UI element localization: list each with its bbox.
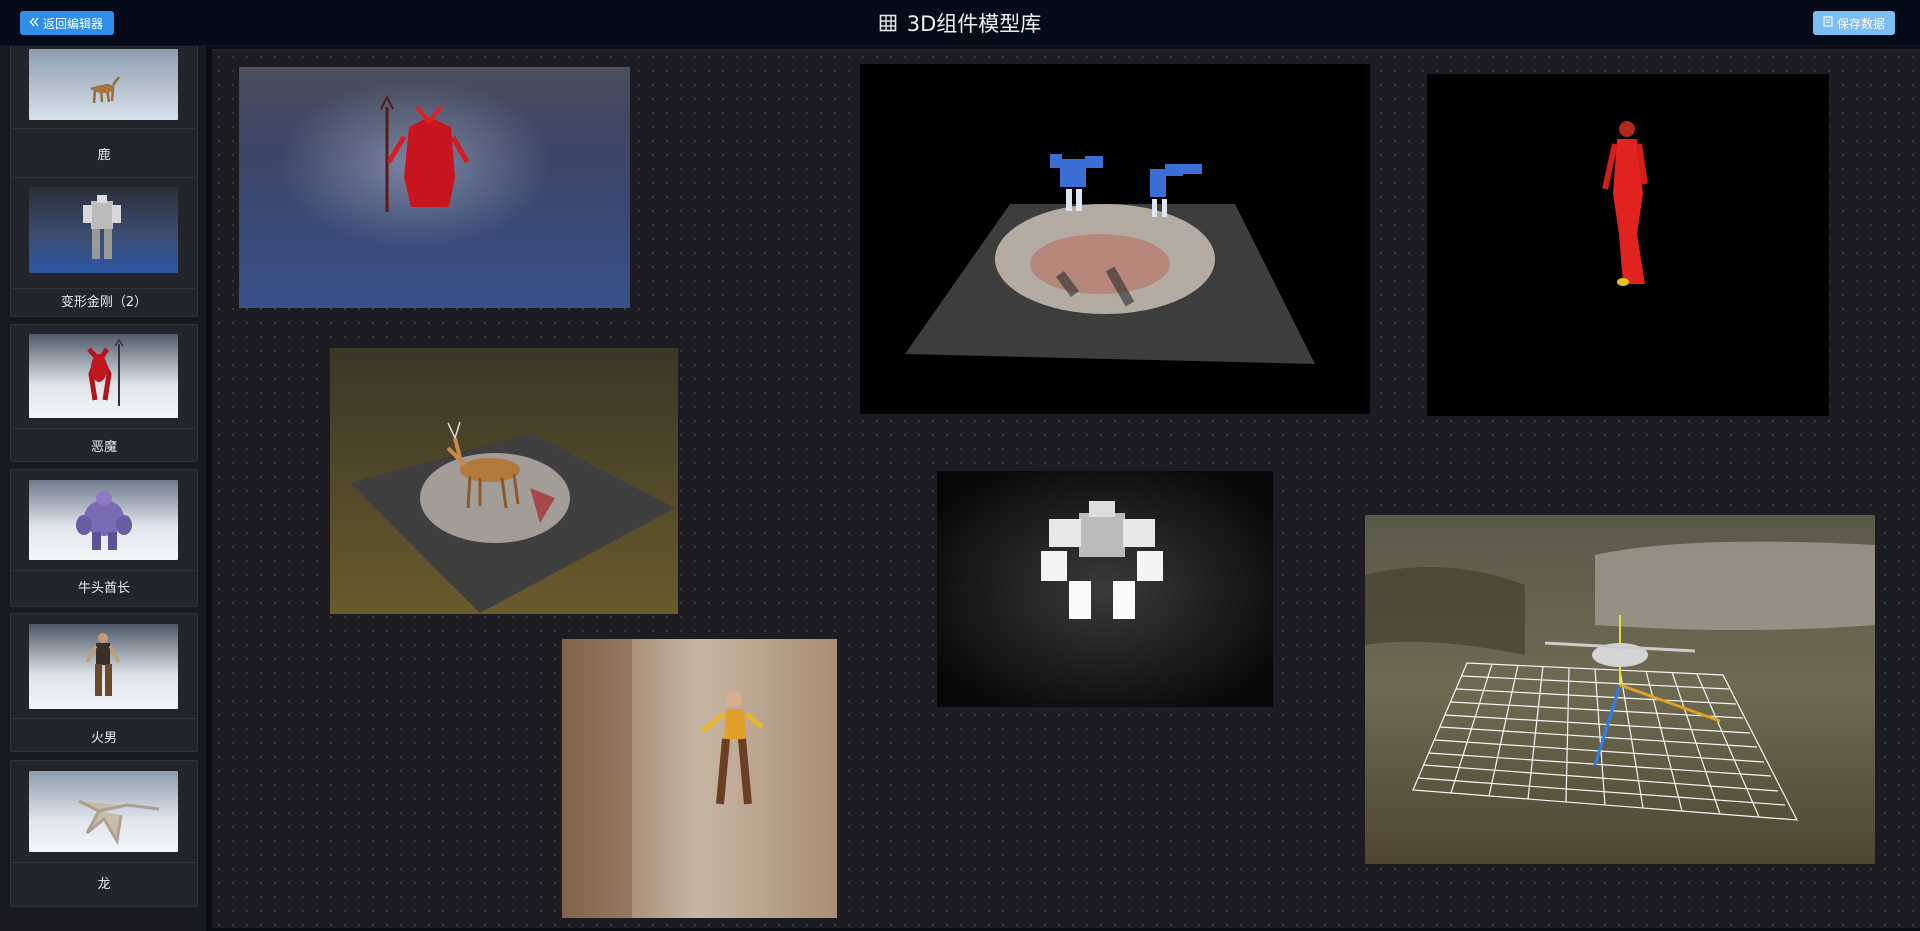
page-title-text: 3D组件模型库 — [906, 12, 1042, 36]
fire-man-scene[interactable] — [562, 639, 837, 918]
fire-man-thumbnail — [29, 624, 178, 709]
tauren-chief-thumbnail — [29, 480, 178, 560]
model-card-label: 龙 — [97, 877, 111, 892]
save-button-label: 保存数据 — [1836, 16, 1885, 31]
helicopter-grid-scene[interactable] — [1365, 515, 1875, 864]
model-canvas — [212, 49, 1920, 928]
transformers-scene[interactable] — [860, 64, 1370, 414]
grid-table-icon — [879, 14, 897, 32]
model-card-label: 鹿 — [97, 148, 111, 163]
model-card-label: 火男 — [90, 731, 117, 746]
save-data-button[interactable]: 保存数据 — [1812, 11, 1895, 35]
model-card-fire-man[interactable]: 火男 — [10, 613, 198, 752]
model-card-label: 变形金刚（2） — [60, 295, 148, 310]
model-card-tauren-chief[interactable]: 牛头酋长 — [10, 469, 198, 607]
model-list-sidebar: 鹿 变形金刚（2） 恶魔 牛头酋长 火男 龙 — [0, 46, 206, 931]
model-card-transformer[interactable]: 变形金刚（2） — [10, 177, 198, 317]
model-card-dragon[interactable]: 龙 — [10, 760, 198, 907]
model-card-label: 牛头酋长 — [77, 581, 130, 596]
robot-mech-scene[interactable] — [937, 471, 1273, 707]
page-title: 3D组件模型库 — [0, 8, 1920, 38]
save-file-icon — [1823, 16, 1833, 30]
top-bar: 返回编辑器 3D组件模型库 保存数据 — [0, 0, 1920, 46]
transformer-thumbnail — [29, 187, 178, 273]
deer-thumbnail — [29, 49, 178, 120]
dragon-thumbnail — [29, 771, 178, 852]
model-card-label: 恶魔 — [90, 440, 117, 455]
deer-model-scene[interactable] — [330, 348, 678, 614]
demon-thumbnail — [29, 334, 178, 418]
model-card-demon[interactable]: 恶魔 — [10, 324, 198, 462]
red-figure-scene[interactable] — [1427, 74, 1829, 416]
demon-model-scene[interactable] — [239, 67, 630, 308]
